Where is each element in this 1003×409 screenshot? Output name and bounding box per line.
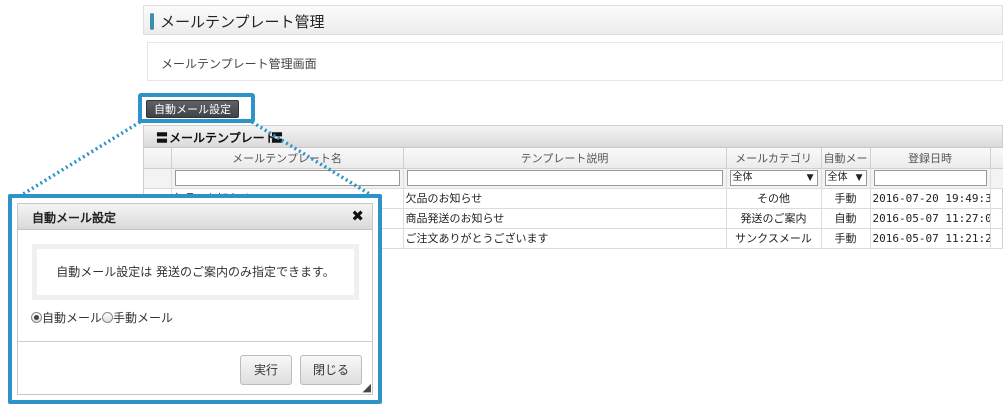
radio-auto-mail-label[interactable]: 自動メール [42,311,102,325]
dialog-message: 自動メール設定は 発送のご案内のみ指定できます。 [37,249,354,295]
grid-caption: 〓 メールテンプレート 〓 [144,126,1002,148]
column-header-description[interactable]: テンプレート説明 [403,148,727,169]
cell-date: 2016-05-07 11:21:29 [870,228,991,249]
cell-date: 2016-07-20 19:49:36 [870,188,991,209]
radio-auto-mail[interactable] [31,312,42,323]
cell-category: 発送のご案内 [726,208,822,229]
filter-row: 全体 ▼ 全体 ▼ [144,168,1003,189]
chevron-down-icon: ▼ [855,173,863,183]
cell-auto: 自動 [821,208,871,229]
page-description: メールテンプレート管理画面 [147,42,1003,81]
page-title: メールテンプレート管理 [160,13,325,31]
dialog-message-box: 自動メール設定は 発送のご案内のみ指定できます。 [32,244,359,300]
auto-mail-button-highlight: 自動メール設定 [138,93,255,123]
cell-date: 2016-05-07 11:27:01 [870,208,991,229]
filter-template-name-input[interactable] [174,170,400,186]
cell-category: サンクスメール [726,228,822,249]
filter-auto-select[interactable]: 全体 ▼ [824,170,867,186]
page-subtitle: メールテンプレート管理画面 [161,57,317,71]
grid-collapse-icon[interactable]: 〓 [271,129,283,146]
column-header-date[interactable]: 登録日時 [870,148,991,169]
close-button[interactable]: 閉じる [300,355,362,385]
cell-category: その他 [726,188,822,209]
filter-category-select[interactable]: 全体 ▼ [729,170,818,186]
row-number-header [144,148,172,169]
cell-description: 商品発送のお知らせ [403,208,727,229]
cell-description: ご注文ありがとうございます [403,228,727,249]
cell-auto: 手動 [821,228,871,249]
dialog-highlight: 自動メール設定 ✖ 自動メール設定は 発送のご案内のみ指定できます。 自動メール… [8,194,382,404]
auto-mail-dialog: 自動メール設定 ✖ 自動メール設定は 発送のご案内のみ指定できます。 自動メール… [17,203,373,395]
dialog-title: 自動メール設定 [32,211,117,225]
header-accent-bar [150,13,154,30]
radio-manual-mail-label[interactable]: 手動メール [113,311,173,325]
grid-caption-text: メールテンプレート [169,131,277,145]
chevron-down-icon: ▼ [806,173,814,183]
close-icon[interactable]: ✖ [351,207,364,225]
resize-handle-icon[interactable]: ◢ [363,381,371,394]
dialog-divider [18,341,372,342]
filter-description-input[interactable] [406,170,723,186]
radio-manual-mail[interactable] [102,312,114,323]
page-header: メールテンプレート管理 [143,5,1003,35]
column-header-template-name[interactable]: メールテンプレート名 [171,148,404,169]
filter-date-input[interactable] [873,170,987,186]
mail-mode-radio-group: 自動メール 手動メール [31,309,173,326]
grid-menu-icon[interactable]: 〓 [156,129,168,146]
callout-line-left [19,120,141,198]
column-header-category[interactable]: メールカテゴリ [726,148,822,169]
auto-mail-settings-button[interactable]: 自動メール設定 [146,100,239,118]
execute-button[interactable]: 実行 [240,355,292,385]
column-header-auto[interactable]: 自動メー [821,148,871,169]
cell-description: 欠品のお知らせ [403,188,727,209]
dialog-titlebar[interactable]: 自動メール設定 ✖ [18,204,372,230]
cell-auto: 手動 [821,188,871,209]
scroll-header [990,148,1003,169]
